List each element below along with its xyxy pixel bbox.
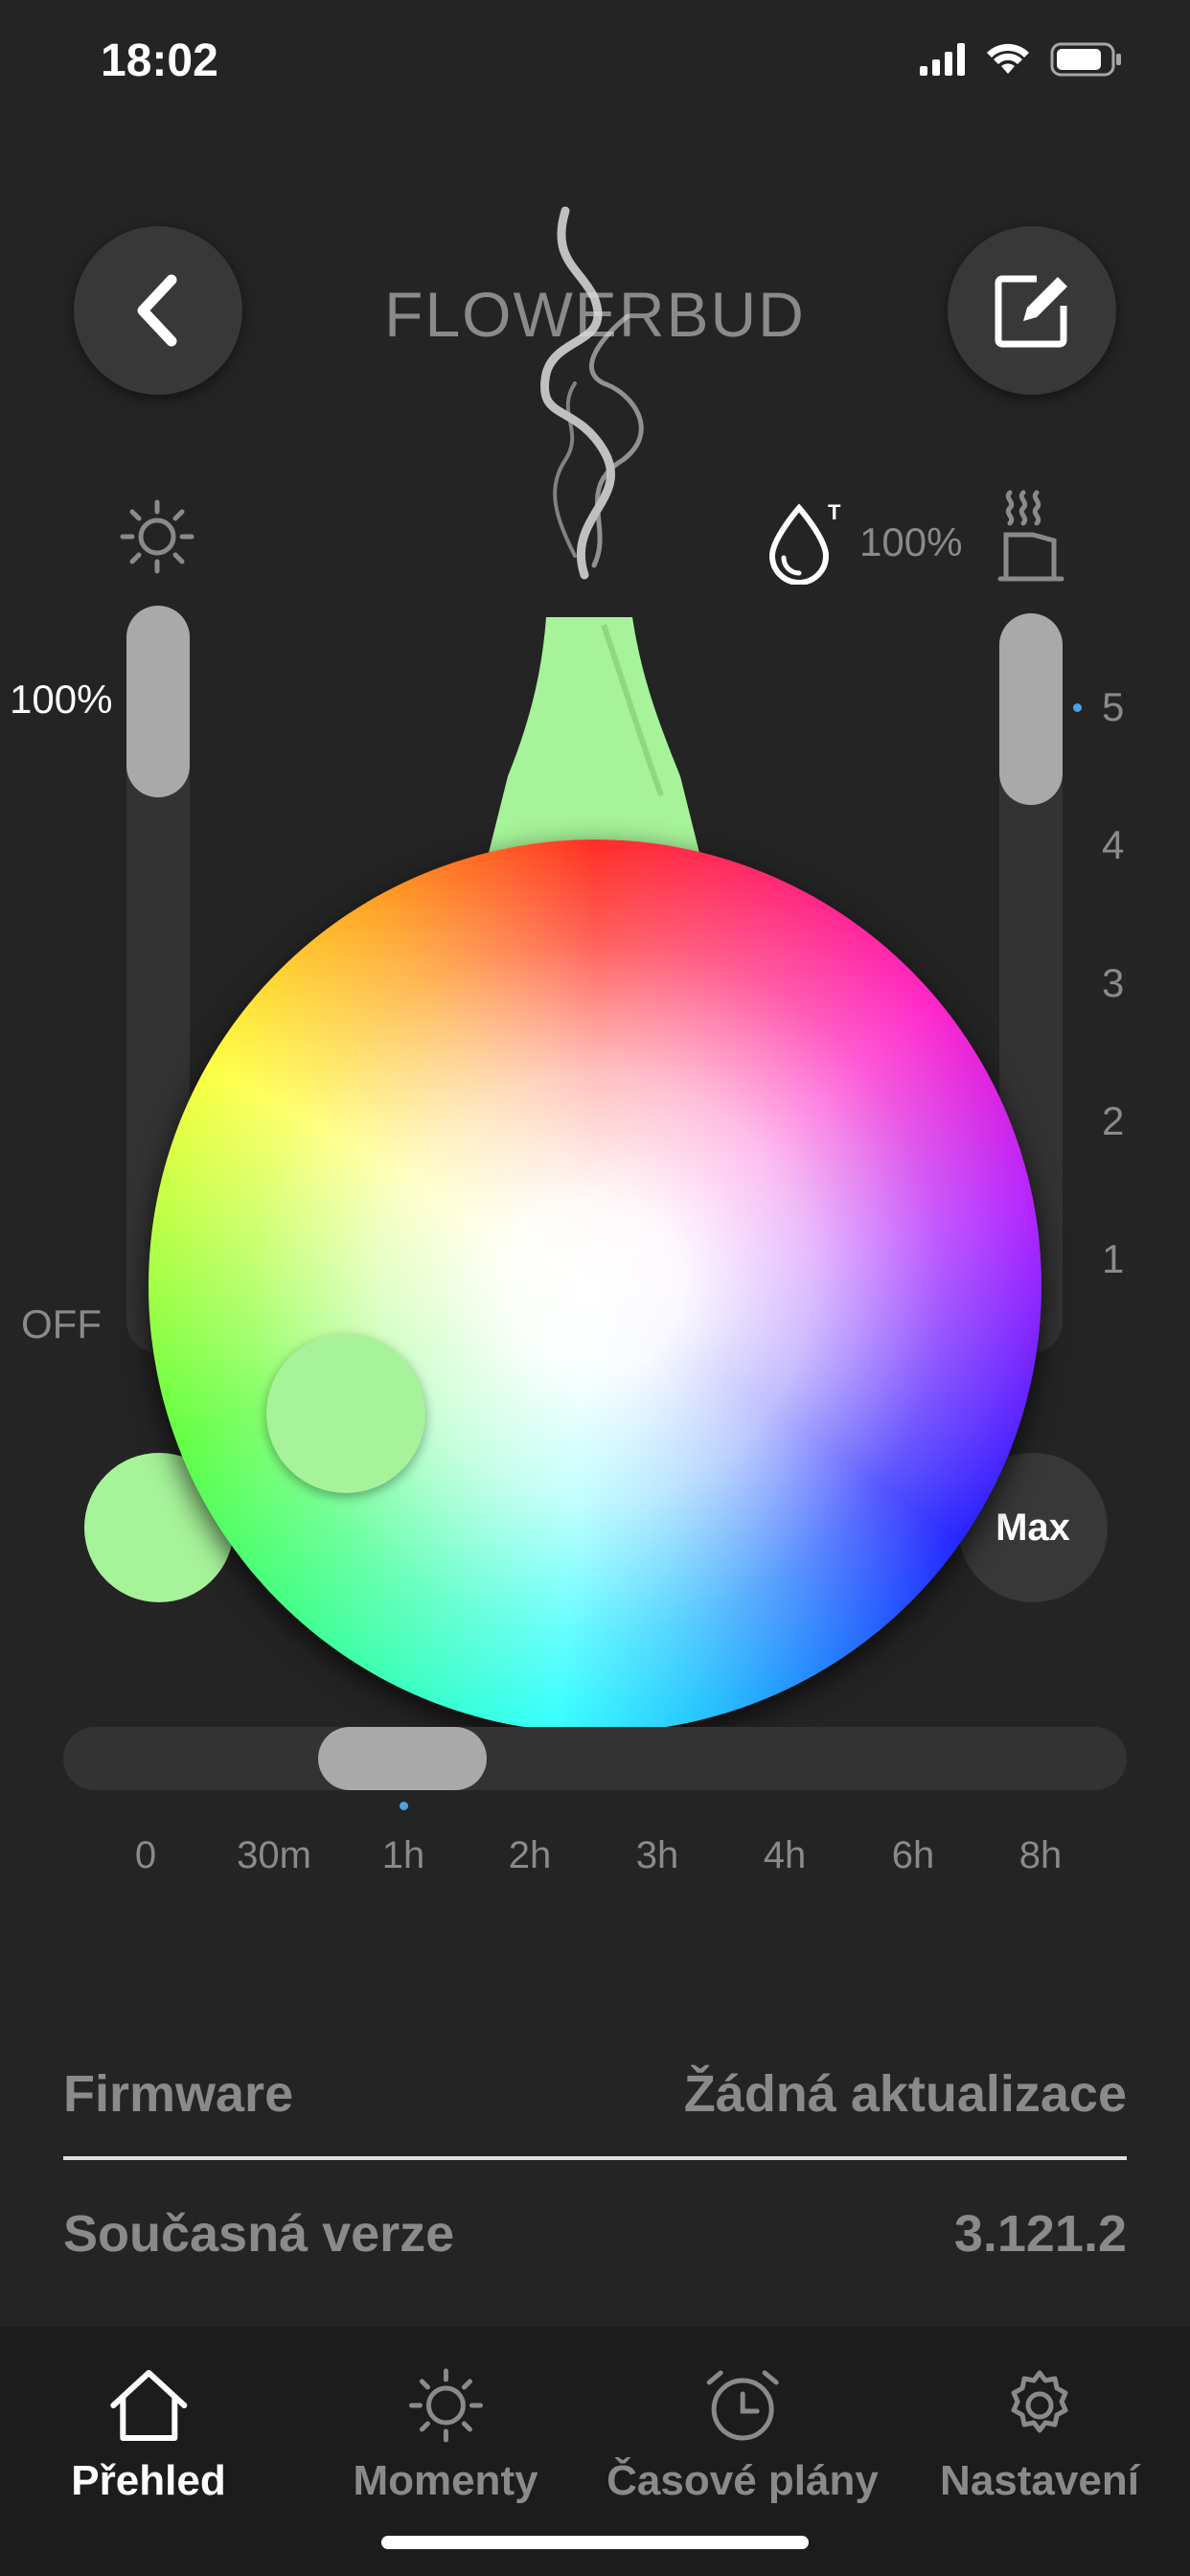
tab-label: Časové plány (606, 2457, 879, 2504)
edit-icon (995, 275, 1067, 348)
edit-button[interactable] (948, 226, 1116, 395)
timer-tick: 2h (508, 1834, 552, 1876)
color-wheel[interactable] (149, 840, 1041, 1733)
alarm-clock-icon (706, 2370, 779, 2441)
battery-icon (1050, 42, 1121, 77)
mist-scale-3: 3 (1102, 960, 1125, 1005)
tab-prehled[interactable]: Přehled (71, 2367, 226, 2505)
diffuser-icon (997, 490, 1064, 582)
timer-tick: 6h (891, 1834, 935, 1876)
mist-scale-2: 2 (1102, 1098, 1125, 1143)
tab-nastaveni[interactable]: Nastavení (940, 2367, 1139, 2505)
mist-value: 100% (859, 519, 963, 564)
tab-label: Nastavení (940, 2457, 1139, 2504)
home-indicator (381, 2536, 809, 2549)
mist-scale-5: 5 (1102, 684, 1125, 729)
timer-tick: 4h (763, 1834, 807, 1876)
mist-level-dot (1073, 703, 1082, 712)
version-value: 3.121.2 (953, 2205, 1127, 2263)
status-icons (920, 42, 1123, 77)
sun-icon (408, 2368, 483, 2443)
status-time: 18:02 (101, 35, 218, 86)
brightness-slider-thumb[interactable] (126, 606, 190, 797)
color-wheel-gradient[interactable] (149, 840, 1041, 1733)
timer-tick: 30m (237, 1834, 311, 1876)
firmware-label: Firmware (63, 2065, 294, 2123)
gear-icon (1011, 2370, 1068, 2433)
svg-text:T: T (828, 500, 841, 524)
mist-smoke-icon (540, 206, 644, 580)
tab-label: Momenty (353, 2457, 538, 2504)
timer-slider-track[interactable] (63, 1727, 1127, 1790)
timer-selected-dot (400, 1802, 408, 1810)
cellular-signal-icon (920, 43, 965, 76)
brightness-icon (120, 499, 195, 574)
brightness-value: 100% (10, 677, 113, 722)
timer-tick: 0 (134, 1834, 157, 1876)
water-drop-icon: T (768, 500, 841, 585)
timer-tick: 8h (1018, 1834, 1063, 1876)
brightness-off-label: OFF (21, 1301, 102, 1346)
vase-shape (484, 617, 704, 872)
timer-tick: 3h (635, 1834, 679, 1876)
version-label: Současná verze (63, 2205, 455, 2263)
mist-scale-4: 4 (1102, 822, 1125, 867)
mist-scale-1: 1 (1102, 1236, 1125, 1281)
mist-slider-thumb[interactable] (999, 613, 1063, 805)
wifi-icon (987, 43, 1029, 74)
tab-casove-plany[interactable]: Časové plány (606, 2367, 879, 2505)
diffuser-illustration (484, 206, 704, 872)
tab-label: Přehled (71, 2457, 226, 2504)
timer-tick: 1h (381, 1834, 425, 1876)
tab-momenty[interactable]: Momenty (353, 2367, 538, 2505)
firmware-status[interactable]: Žádná aktualizace (684, 2064, 1127, 2124)
color-picker-handle[interactable] (266, 1334, 425, 1493)
info-divider (63, 2156, 1127, 2160)
timer-slider-thumb[interactable] (318, 1727, 487, 1790)
home-icon (109, 2370, 187, 2441)
